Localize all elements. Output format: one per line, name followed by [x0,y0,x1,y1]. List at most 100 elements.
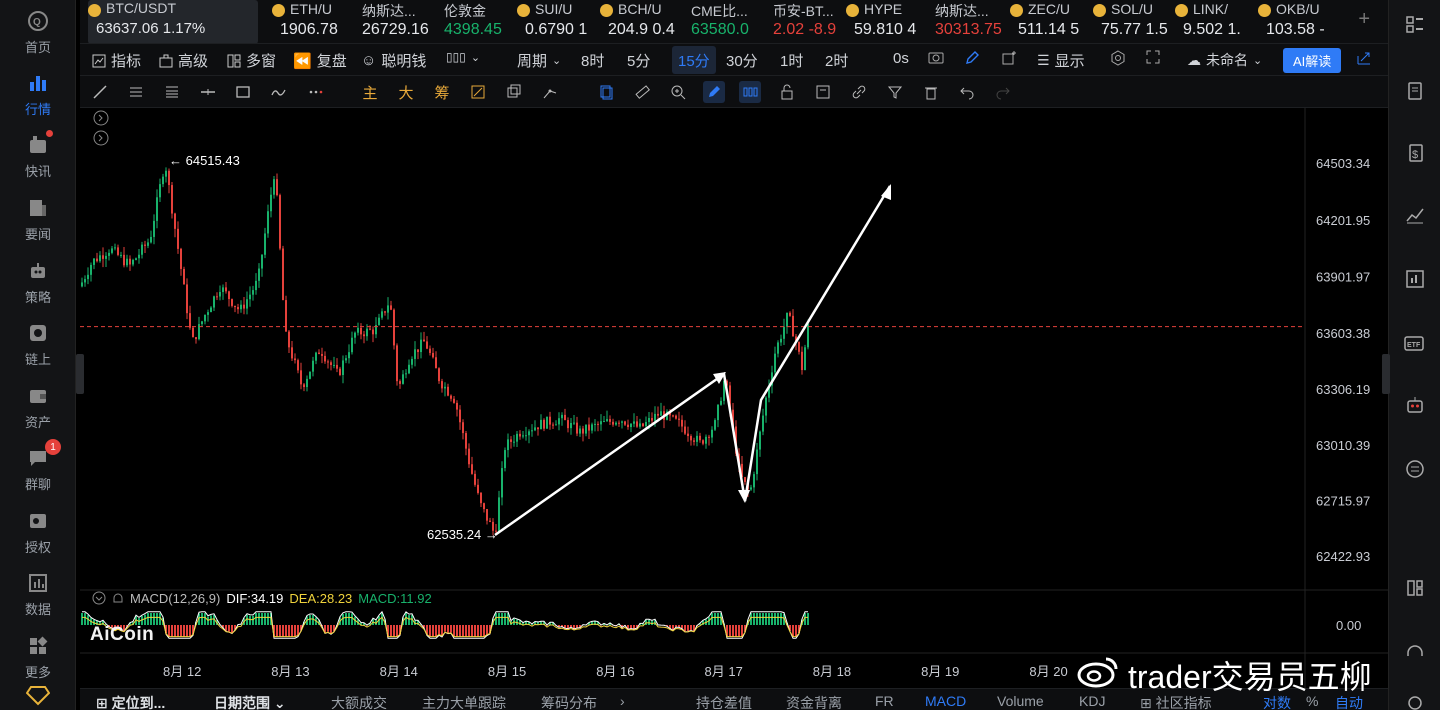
magic-icon[interactable] [467,81,489,103]
tab-macd[interactable]: MACD [925,693,966,709]
trend-line-icon[interactable] [89,81,111,103]
period-dropdown[interactable]: 周期 ⌄ [517,50,561,71]
sidebar-item-2[interactable]: 快讯 [0,130,76,192]
vip-diamond-icon[interactable] [25,684,51,710]
main-force-toggle[interactable]: 主 [359,81,381,103]
share-icon[interactable] [1356,50,1372,66]
ruler-icon[interactable] [631,81,653,103]
interval-2[interactable]: 15分 [672,46,716,74]
tab-position-diff[interactable]: 持仓差值 [696,693,752,710]
add-ticker-icon[interactable]: + [1358,8,1370,31]
sidebar-item-6[interactable]: 资产 [0,383,76,443]
ticker-item[interactable]: OKB/U 103.58 - [1258,0,1338,43]
collapse-icon[interactable] [92,591,106,608]
interval-1[interactable]: 5分 [627,50,650,71]
ticker-item[interactable]: ZEC/U 511.14 5 [1010,0,1090,43]
undo-icon[interactable] [956,81,978,103]
horizontal-ray-icon[interactable] [197,81,219,103]
filter-icon[interactable] [884,81,906,103]
ticker-item[interactable]: 纳斯达... 26729.16 [354,0,432,43]
trend-icon[interactable] [1402,202,1428,228]
sidebar-item-8[interactable]: 授权 [0,508,76,568]
measure-icon[interactable] [539,81,561,103]
interval-4[interactable]: 1时 [780,50,803,71]
parallel-lines-icon[interactable] [125,81,147,103]
tab-volume[interactable]: Volume [997,693,1044,709]
replay-button[interactable]: ⏪ 复盘 [293,50,347,71]
locate-button[interactable]: ⊞ 定位到... [96,693,165,710]
redo-icon[interactable] [992,81,1014,103]
tab-fr[interactable]: FR [875,693,894,709]
interval-3[interactable]: 30分 [726,50,758,71]
rectangle-icon[interactable] [232,81,254,103]
expand-arrow-icon[interactable] [93,130,109,151]
date-range-dropdown[interactable]: 日期范围 ⌄ [214,693,286,710]
template-icon[interactable] [812,81,834,103]
magnet-candles-icon[interactable] [739,81,761,103]
link-icon[interactable] [848,81,870,103]
ticker-item[interactable]: 纳斯达... 30313.75 [927,0,1007,43]
display-button[interactable]: ☰ 显示 [1037,50,1085,71]
settings-icon[interactable] [1402,690,1428,710]
left-panel-handle[interactable] [76,354,84,394]
sidebar-item-7[interactable]: 1 群聊 [0,439,76,505]
ticker-item[interactable]: ETH/U 1906.78 [272,0,350,43]
indicators-button[interactable]: 指标 [92,50,141,71]
zoom-in-icon[interactable] [667,81,689,103]
ticker-item[interactable]: SOL/U 75.77 1.5 [1093,0,1173,43]
ticker-item[interactable]: BCH/U 204.9 0.4 [600,0,680,43]
draw-pen-icon[interactable] [703,81,725,103]
dollar-doc-icon[interactable]: $ [1402,140,1428,166]
tabs-scroll-right-icon[interactable]: › [620,693,625,709]
ticker-item[interactable]: 币安-BT... 2.02 -8.9 [765,0,843,43]
document-icon[interactable] [1402,78,1428,104]
tab-chip-distribution[interactable]: 筹码分布 [541,693,597,710]
smart-money-button[interactable]: ☺ 聪明钱 [361,50,426,71]
bell-icon[interactable] [112,591,124,608]
expand-arrow-icon[interactable] [93,110,109,131]
tab-large-volume[interactable]: 大额成交 [331,693,387,710]
ticker-item[interactable]: SUI/U 0.6790 1 [517,0,597,43]
layout-grid-icon[interactable] [1402,12,1428,38]
fullscreen-icon[interactable] [1146,50,1160,64]
advanced-button[interactable]: 高级 [159,50,208,71]
sidebar-item-0[interactable]: Q 首页 [0,8,76,68]
chip-toggle[interactable]: 筹 [431,81,453,103]
sidebar-item-3[interactable]: 要闻 [0,195,76,255]
ticker-item[interactable]: BTC/USDT 63637.06 1.17% [88,0,258,43]
sidebar-item-9[interactable]: 数据 [0,570,76,630]
large-order-toggle[interactable]: 大 [395,81,417,103]
gear-icon[interactable] [1110,50,1126,66]
path-icon[interactable] [268,81,290,103]
pen-edit-icon[interactable] [964,50,980,66]
ticker-item[interactable]: CME比... 63580.0 [683,0,761,43]
bar-chart-icon[interactable] [1402,266,1428,292]
ticker-item[interactable]: HYPE 59.810 4 [846,0,926,43]
etf-icon[interactable]: ETF [1402,330,1428,356]
right-panel-handle[interactable] [1382,354,1390,394]
add-window-icon[interactable] [1001,50,1017,66]
layout-name-dropdown[interactable]: ☁ 未命名 ⌄ [1187,50,1262,70]
compare-icon[interactable] [503,81,525,103]
ai-interpret-button[interactable]: AI解读 [1283,48,1342,73]
sidebar-item-5[interactable]: 链上 [0,320,76,380]
fib-lines-icon[interactable] [161,81,183,103]
more-tools-icon[interactable] [305,81,327,103]
interval-0[interactable]: 8时 [581,50,604,71]
interval-5[interactable]: 2时 [825,50,848,71]
copy-icon[interactable] [595,81,617,103]
tab-main-orders[interactable]: 主力大单跟踪 [422,693,506,710]
trash-icon[interactable] [920,81,942,103]
swap-icon[interactable] [1402,456,1428,482]
chart-area[interactable]: 64503.34 64201.95 63901.97 63603.38 63306.19… [80,108,1388,710]
ticker-item[interactable]: LINK/9.502 1. [1175,0,1255,43]
sidebar-item-4[interactable]: 策略 [0,258,76,318]
multi-window-button[interactable]: 多窗 [227,50,276,71]
chart-type-dropdown[interactable]: ▯▯▯ ⌄ [446,50,480,64]
sidebar-item-1[interactable]: 行情 [0,70,76,130]
camera-icon[interactable] [928,50,944,64]
robot-icon[interactable] [1402,392,1428,418]
ticker-item[interactable]: 伦敦金 4398.45 [436,0,514,43]
headset-icon[interactable] [1402,640,1428,666]
split-panel-icon[interactable] [1402,575,1428,601]
